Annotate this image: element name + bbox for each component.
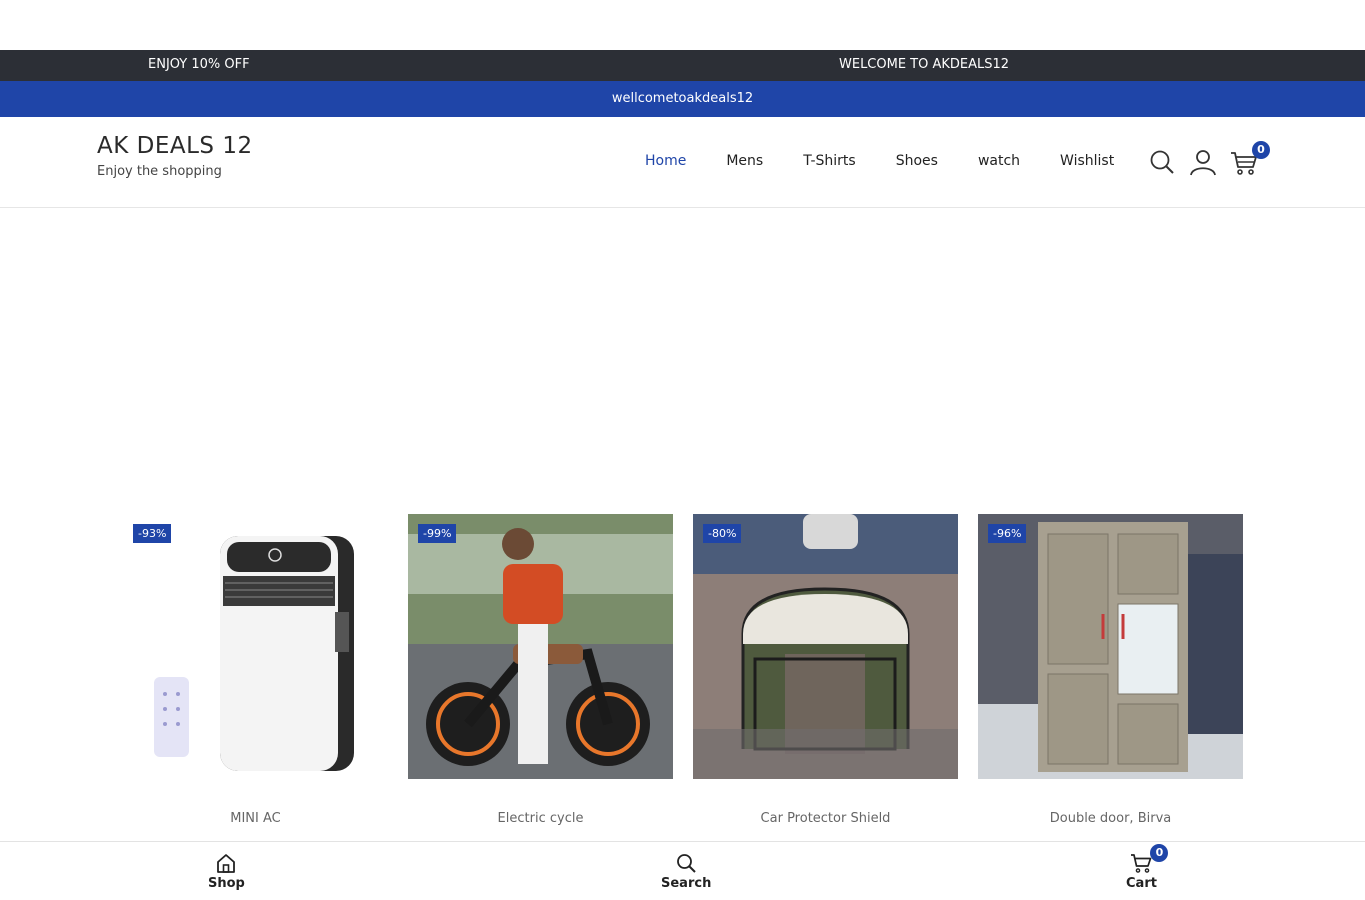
product-card[interactable]: -93% MINI AC: [123, 514, 388, 826]
discount-badge: -96%: [988, 524, 1027, 543]
topbar-welcome-text: WELCOME TO AKDEALS12: [839, 57, 1010, 72]
product-name[interactable]: Double door, Birva: [978, 811, 1243, 826]
product-name[interactable]: Electric cycle: [408, 811, 673, 826]
hero-area: [0, 208, 1365, 514]
user-icon[interactable]: [1189, 148, 1217, 176]
site-header: AK DEALS 12 Enjoy the shopping Home Mens…: [0, 117, 1365, 208]
product-image-double-door-birva[interactable]: -96%: [978, 514, 1243, 779]
site-tagline: Enjoy the shopping: [97, 164, 222, 179]
bottom-cart-button[interactable]: 0 Cart: [1126, 844, 1169, 891]
product-card[interactable]: -99% Electric cycle: [408, 514, 673, 826]
bottom-search-button[interactable]: Search: [661, 852, 711, 891]
search-icon: [675, 852, 697, 874]
topbar-offer-text: ENJOY 10% OFF: [148, 57, 250, 72]
discount-badge: -99%: [418, 524, 457, 543]
header-icons: 0: [1148, 141, 1270, 176]
nav-item-tshirts[interactable]: T-Shirts: [803, 153, 856, 169]
home-icon: [215, 852, 237, 874]
product-card[interactable]: -96% Double door, Birva: [978, 514, 1243, 826]
topbar: ENJOY 10% OFF WELCOME TO AKDEALS12: [0, 50, 1365, 81]
main-nav: Home Mens T-Shirts Shoes watch Wishlist: [645, 153, 1114, 169]
bottom-shop-label: Shop: [208, 876, 245, 891]
cart-icon: 0: [1130, 844, 1169, 874]
product-name[interactable]: Car Protector Shield: [693, 811, 958, 826]
discount-badge: -93%: [133, 524, 172, 543]
bottom-shop-button[interactable]: Shop: [208, 852, 245, 891]
brand[interactable]: AK DEALS 12 Enjoy the shopping: [97, 133, 253, 179]
nav-item-mens[interactable]: Mens: [726, 153, 763, 169]
cart-icon[interactable]: 0: [1230, 141, 1270, 176]
cart-count-badge: 0: [1252, 141, 1270, 159]
product-name[interactable]: MINI AC: [123, 811, 388, 826]
mobile-bottom-bar: Shop Search 0 Cart: [0, 841, 1365, 900]
site-title[interactable]: AK DEALS 12: [97, 133, 253, 159]
product-card[interactable]: -80% Car Protector Shield: [693, 514, 958, 826]
nav-item-watch[interactable]: watch: [978, 153, 1020, 169]
nav-item-home[interactable]: Home: [645, 153, 686, 169]
product-grid: -93% MINI AC -99% Electric cycle -80% Ca…: [123, 514, 1243, 826]
product-image-electric-cycle[interactable]: -99%: [408, 514, 673, 779]
product-image-mini-ac[interactable]: -93%: [123, 514, 388, 779]
search-icon[interactable]: [1148, 148, 1176, 176]
top-spacer: [0, 0, 1365, 50]
bottom-cart-label: Cart: [1126, 876, 1157, 891]
nav-item-wishlist[interactable]: Wishlist: [1060, 153, 1114, 169]
product-image-car-protector-shield[interactable]: -80%: [693, 514, 958, 779]
bottom-cart-count-badge: 0: [1150, 844, 1169, 862]
announcement-text: wellcometoakdeals12: [611, 91, 754, 106]
bottom-search-label: Search: [661, 876, 712, 891]
nav-item-shoes[interactable]: Shoes: [896, 153, 938, 169]
announcement-bar: wellcometoakdeals12: [0, 81, 1365, 117]
discount-badge: -80%: [703, 524, 742, 543]
